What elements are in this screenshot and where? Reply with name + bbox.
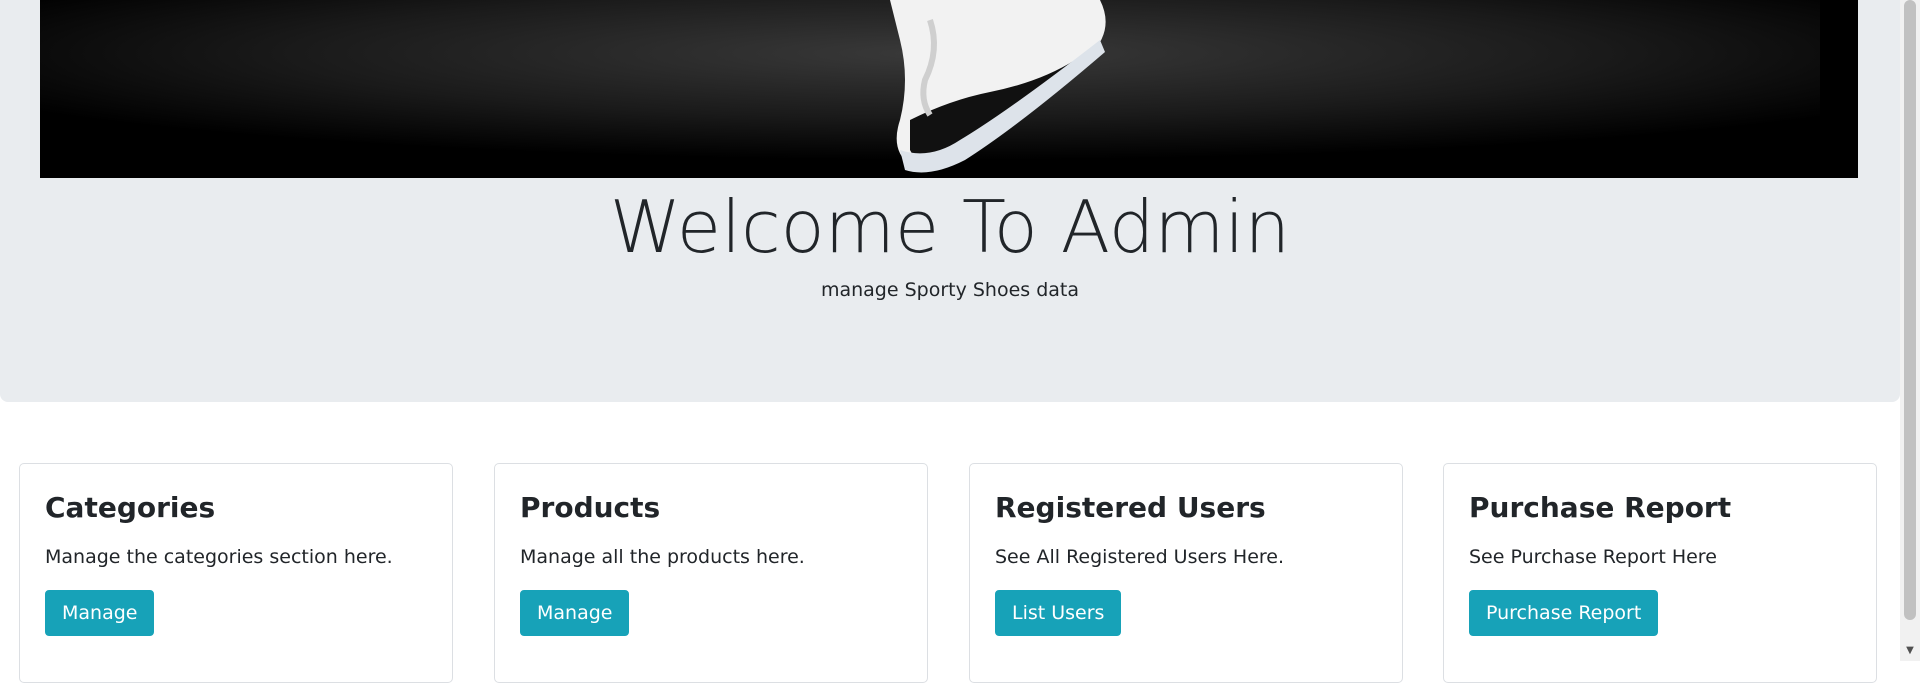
hero-banner-image <box>40 0 1858 178</box>
jumbotron: Welcome To Admin manage Sporty Shoes dat… <box>0 0 1900 402</box>
card-text: See All Registered Users Here. <box>995 546 1285 568</box>
card-title: Purchase Report <box>1469 491 1732 524</box>
card-text: Manage the categories section here. <box>45 546 393 568</box>
scroll-down-icon[interactable]: ▼ <box>1900 643 1920 659</box>
purchase-report-button[interactable]: Purchase Report <box>1469 590 1659 636</box>
card-registered-users: Registered Users See All Registered User… <box>969 463 1403 683</box>
card-text: Manage all the products here. <box>520 546 805 568</box>
list-users-button[interactable]: List Users <box>995 590 1122 636</box>
manage-products-button[interactable]: Manage <box>520 590 630 636</box>
page-title: Welcome To Admin <box>609 185 1291 269</box>
card-text: See Purchase Report Here <box>1469 546 1717 568</box>
card-title: Registered Users <box>995 491 1266 524</box>
card-purchase-report: Purchase Report See Purchase Report Here… <box>1443 463 1877 683</box>
card-title: Categories <box>45 491 216 524</box>
page-subtitle: manage Sporty Shoes data <box>820 279 1080 301</box>
card-title: Products <box>520 491 661 524</box>
sneaker-photo <box>40 0 1858 178</box>
vertical-scrollbar[interactable]: ▼ <box>1900 0 1920 661</box>
card-categories: Categories Manage the categories section… <box>19 463 453 683</box>
manage-categories-button[interactable]: Manage <box>45 590 155 636</box>
scrollbar-thumb[interactable] <box>1904 0 1916 620</box>
card-products: Products Manage all the products here. M… <box>494 463 928 683</box>
